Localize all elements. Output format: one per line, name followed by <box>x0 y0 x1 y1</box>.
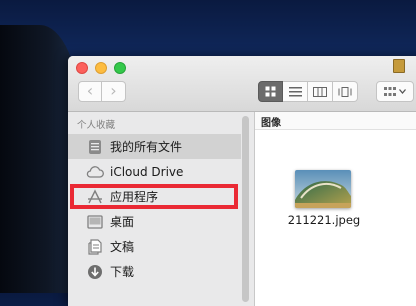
chevron-down-icon <box>399 89 406 94</box>
sidebar-section-favorites: 个人收藏 <box>77 120 116 131</box>
image-file-icon <box>295 170 351 208</box>
all-files-icon <box>86 138 104 156</box>
toolbar: ‹ › <box>68 56 416 112</box>
list-icon <box>288 86 302 96</box>
icon-view-button[interactable] <box>258 81 283 102</box>
folder-header: 图像 <box>255 112 416 130</box>
sidebar-item-label: iCloud Drive <box>110 164 184 179</box>
icon-grid-icon <box>265 86 276 97</box>
finder-window: ‹ › 个人收藏 我的所有文件 iCloud Drive 应用程序 桌面 文稿 … <box>68 56 416 306</box>
file-browser: 图像 211221.jpeg <box>255 112 416 306</box>
column-view-button[interactable] <box>308 81 333 102</box>
minimize-window-button[interactable] <box>95 62 107 74</box>
close-window-button[interactable] <box>76 62 88 74</box>
desktop-icon <box>86 213 104 231</box>
forward-button[interactable]: › <box>102 81 126 102</box>
downloads-icon <box>86 263 104 281</box>
sidebar-item-documents[interactable]: 文稿 <box>68 234 241 259</box>
sidebar-item-desktop[interactable]: 桌面 <box>68 209 241 234</box>
window-title-icon <box>393 59 405 73</box>
back-button[interactable]: ‹ <box>78 81 102 102</box>
arrange-grid-icon <box>384 86 396 96</box>
zoom-window-button[interactable] <box>114 62 126 74</box>
sidebar-item-label: 文稿 <box>110 240 135 254</box>
arrange-button[interactable] <box>376 81 414 102</box>
sidebar: 个人收藏 我的所有文件 iCloud Drive 应用程序 桌面 文稿 下载 <box>68 112 255 306</box>
sidebar-item-all-my-files[interactable]: 我的所有文件 <box>68 134 241 159</box>
cover-flow-icon <box>338 86 352 97</box>
sidebar-item-label: 桌面 <box>110 215 135 229</box>
list-view-button[interactable] <box>283 81 308 102</box>
sidebar-item-label: 下载 <box>110 265 135 279</box>
cloud-icon <box>86 163 104 181</box>
file-name-label[interactable]: 211221.jpeg <box>276 213 372 227</box>
cover-flow-view-button[interactable] <box>333 81 358 102</box>
sidebar-scrollbar[interactable] <box>242 116 249 302</box>
sidebar-item-label: 我的所有文件 <box>110 140 183 154</box>
folder-title: 图像 <box>261 118 281 129</box>
image-thumbnail[interactable] <box>295 170 351 208</box>
columns-icon <box>313 86 327 97</box>
documents-icon <box>86 238 104 256</box>
sidebar-item-downloads[interactable]: 下载 <box>68 259 241 284</box>
highlight-box <box>70 184 238 209</box>
sidebar-item-icloud-drive[interactable]: iCloud Drive <box>68 159 241 184</box>
